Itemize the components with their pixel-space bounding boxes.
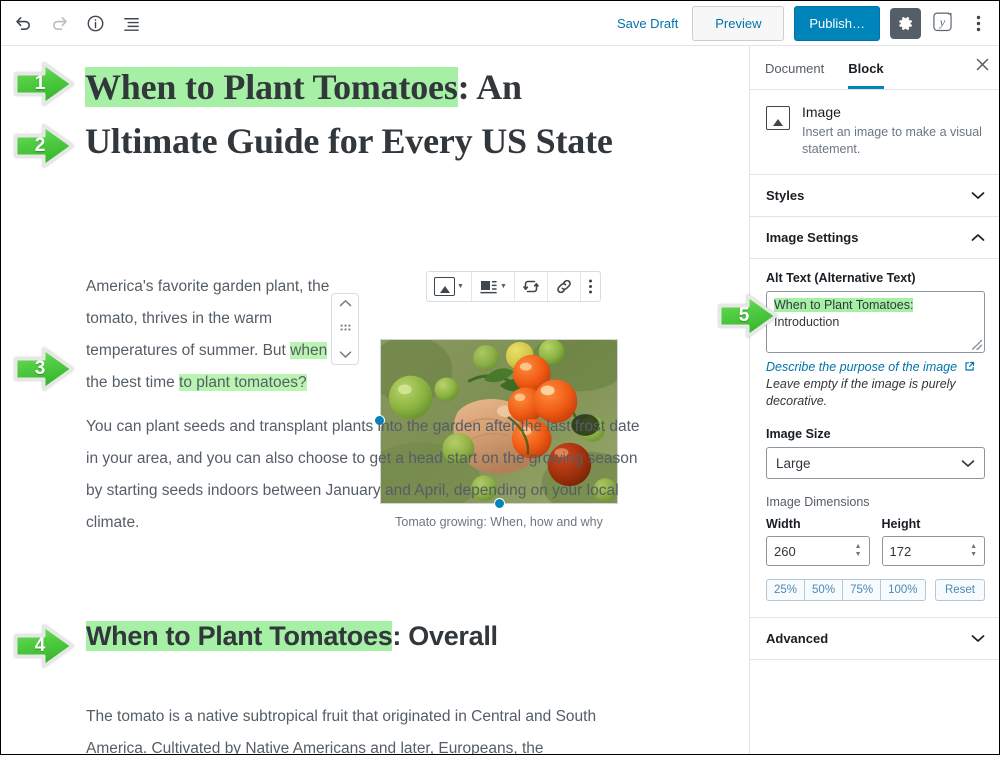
width-value: 260 <box>774 543 796 559</box>
panel-image-settings-label: Image Settings <box>766 230 859 245</box>
annotation-marker-3-number: 3 <box>34 358 46 379</box>
alt-text-help: Describe the purpose of the image Leave … <box>766 359 985 410</box>
image-block-toolbar[interactable]: ▼ ▼ <box>426 271 601 302</box>
paragraph-block-2[interactable]: You can plant seeds and transplant plant… <box>86 411 646 539</box>
scale-100-button[interactable]: 100% <box>880 579 926 601</box>
alt-text-input[interactable]: When to Plant Tomatoes: Introduction <box>766 291 985 353</box>
scale-button-group: 25% 50% 75% 100% <box>766 579 926 601</box>
annotation-marker-3: 3 <box>13 346 75 392</box>
scale-buttons-row: 25% 50% 75% 100% Reset <box>766 579 985 601</box>
block-description: Insert an image to make a visual stateme… <box>802 125 982 156</box>
textarea-resize-grip[interactable] <box>972 340 982 350</box>
top-bar-right-actions: Save Draft Preview Publish… y <box>617 1 993 45</box>
image-block-icon <box>766 106 790 130</box>
paragraph1-highlight-when: when <box>290 342 328 359</box>
editor-top-bar: Save Draft Preview Publish… y <box>1 1 999 46</box>
chevron-up-icon <box>971 230 985 245</box>
paragraph-block-3[interactable]: The tomato is a native subtropical fruit… <box>86 701 646 754</box>
annotation-marker-1: 1 <box>13 61 75 107</box>
alt-text-label: Alt Text (Alternative Text) <box>766 271 916 285</box>
section-heading-highlighted: When to Plant Tomatoes <box>86 621 393 651</box>
section-heading-rest: : Overall <box>392 621 498 651</box>
width-input[interactable]: 260 ▲ ▼ <box>766 536 870 566</box>
align-icon[interactable]: ▼ <box>472 272 515 301</box>
chevron-down-icon <box>971 188 985 203</box>
kebab-menu-icon[interactable] <box>581 272 600 301</box>
paragraph1-highlight-plant-tomatoes: to plant tomatoes? <box>179 374 307 391</box>
panel-image-settings[interactable]: Image Settings <box>750 217 999 259</box>
annotation-marker-2-number: 2 <box>34 135 46 156</box>
height-label: Height <box>881 517 921 531</box>
image-block-type-icon[interactable]: ▼ <box>427 272 472 301</box>
wordpress-block-editor: Save Draft Preview Publish… y When to Pl… <box>0 0 1000 755</box>
sidebar-tabs: Document Block <box>750 46 999 90</box>
panel-advanced[interactable]: Advanced <box>750 618 999 660</box>
move-down-icon[interactable] <box>339 350 352 359</box>
redo-icon[interactable] <box>41 5 77 41</box>
image-size-label: Image Size <box>766 427 831 441</box>
annotation-marker-2: 2 <box>13 123 75 169</box>
settings-sidebar: Document Block Image Insert an image to … <box>749 46 999 754</box>
block-info-card: Image Insert an image to make a visual s… <box>750 90 999 175</box>
width-stepper[interactable]: ▲ ▼ <box>855 543 862 558</box>
list-view-icon[interactable] <box>113 5 149 41</box>
scale-75-button[interactable]: 75% <box>842 579 881 601</box>
external-link-icon <box>957 360 974 374</box>
height-stepper[interactable]: ▲ ▼ <box>970 543 977 558</box>
alt-text-help-text: Leave empty if the image is purely decor… <box>766 377 956 408</box>
panel-styles-label: Styles <box>766 188 805 203</box>
chevron-down-icon <box>971 631 985 646</box>
scale-50-button[interactable]: 50% <box>804 579 843 601</box>
editor-canvas: When to Plant Tomatoes: An Ultimate Guid… <box>1 46 749 754</box>
width-field-group: Width 260 ▲ ▼ <box>766 517 870 566</box>
annotation-marker-5: 5 <box>717 293 779 339</box>
height-value: 172 <box>889 543 912 559</box>
block-name: Image <box>802 104 841 120</box>
image-dimensions-row: Width 260 ▲ ▼ Height 172 ▲ ▼ <box>766 517 985 566</box>
width-label: Width <box>766 517 801 531</box>
reset-button[interactable]: Reset <box>934 579 985 601</box>
drag-handle-icon[interactable] <box>340 324 351 335</box>
tab-document[interactable]: Document <box>765 46 824 89</box>
annotation-marker-4-number: 4 <box>34 635 46 656</box>
preview-button[interactable]: Preview <box>692 5 785 41</box>
height-field-group: Height 172 ▲ ▼ <box>881 517 985 566</box>
move-up-icon[interactable] <box>339 299 352 308</box>
image-size-value: Large <box>776 455 811 471</box>
close-icon[interactable] <box>976 58 989 74</box>
describe-purpose-link[interactable]: Describe the purpose of the image <box>766 360 957 374</box>
top-bar-left-tools <box>1 1 149 45</box>
post-title-highlighted: When to Plant Tomatoes <box>85 67 458 107</box>
post-title[interactable]: When to Plant Tomatoes: An Ultimate Guid… <box>85 60 625 168</box>
annotation-marker-5-number: 5 <box>738 305 750 326</box>
panel-advanced-label: Advanced <box>766 631 829 646</box>
section-heading[interactable]: When to Plant Tomatoes: Overall <box>86 616 498 656</box>
image-dimensions-label: Image Dimensions <box>766 495 870 509</box>
block-mover[interactable] <box>331 293 359 365</box>
gear-icon[interactable] <box>890 7 921 39</box>
info-icon[interactable] <box>77 5 113 41</box>
crop-icon[interactable] <box>515 272 548 301</box>
publish-button[interactable]: Publish… <box>794 5 880 41</box>
undo-icon[interactable] <box>5 5 41 41</box>
scale-25-button[interactable]: 25% <box>766 579 805 601</box>
svg-text:y: y <box>939 14 946 28</box>
image-settings-body: Alt Text (Alternative Text) When to Plan… <box>750 259 999 618</box>
chevron-down-icon <box>961 456 975 471</box>
alt-text-rest: Introduction <box>774 315 840 329</box>
paragraph-block-1[interactable]: America's favorite garden plant, the tom… <box>86 271 351 399</box>
annotation-marker-4: 4 <box>13 623 75 669</box>
panel-styles[interactable]: Styles <box>750 175 999 217</box>
kebab-menu-icon[interactable] <box>963 6 993 40</box>
alt-text-highlighted: When to Plant Tomatoes: <box>774 298 914 312</box>
yoast-seo-icon[interactable]: y <box>929 8 959 38</box>
height-input[interactable]: 172 ▲ ▼ <box>881 536 985 566</box>
link-icon[interactable] <box>548 272 581 301</box>
save-draft-button[interactable]: Save Draft <box>617 16 678 31</box>
image-size-select[interactable]: Large <box>766 447 985 479</box>
tab-block[interactable]: Block <box>848 46 883 89</box>
annotation-marker-1-number: 1 <box>34 73 46 94</box>
